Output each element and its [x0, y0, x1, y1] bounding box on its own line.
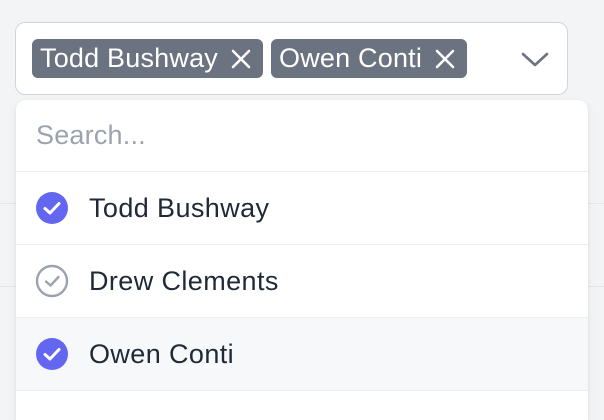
- selected-chip-owen-conti: Owen Conti: [271, 39, 468, 78]
- chip-remove-button[interactable]: [432, 46, 458, 72]
- option-label: Owen Conti: [89, 338, 235, 369]
- search-row: [16, 100, 588, 172]
- option-drew-clements[interactable]: Drew Clements: [16, 245, 588, 318]
- option-owen-conti[interactable]: Owen Conti: [16, 318, 588, 391]
- check-circle-filled-icon: [35, 337, 69, 371]
- chip-label: Owen Conti: [279, 43, 423, 73]
- dropdown-toggle[interactable]: [517, 41, 553, 77]
- option-label: Drew Clements: [89, 265, 279, 296]
- selected-chips: Todd Bushway Owen Conti: [32, 39, 517, 78]
- chip-label: Todd Bushway: [40, 43, 219, 73]
- check-circle-outline-icon: [35, 264, 69, 298]
- multiselect-control[interactable]: Todd Bushway Owen Conti: [15, 22, 568, 95]
- close-icon: [435, 49, 455, 68]
- option-todd-bushway[interactable]: Todd Bushway: [16, 172, 588, 245]
- selected-chip-todd-bushway: Todd Bushway: [32, 39, 264, 78]
- chip-remove-button[interactable]: [228, 46, 254, 72]
- option-label: Todd Bushway: [89, 192, 270, 223]
- search-input[interactable]: [34, 119, 558, 152]
- close-icon: [231, 49, 251, 68]
- dropdown-menu: Todd Bushway Drew Clements Owen Conti: [16, 100, 588, 420]
- check-circle-filled-icon: [35, 191, 69, 225]
- chevron-down-icon: [521, 52, 549, 66]
